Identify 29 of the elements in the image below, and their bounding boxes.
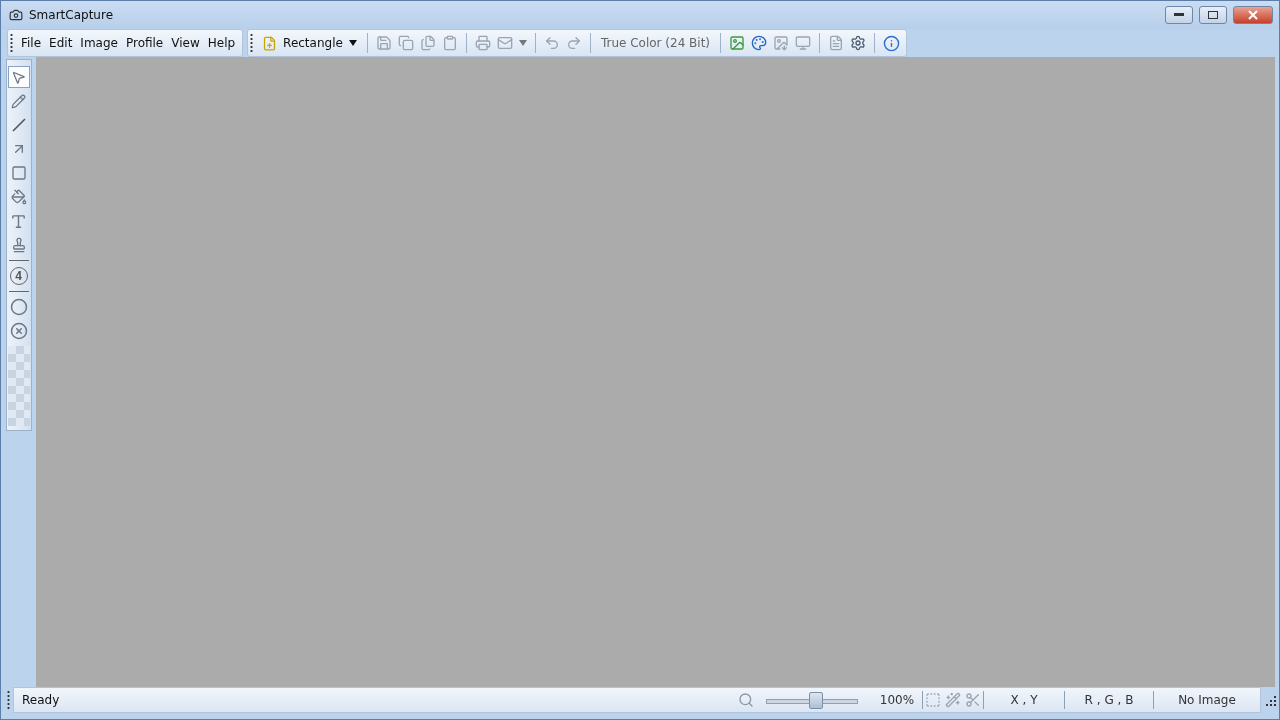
caret-icon	[348, 40, 357, 46]
color-swatch-palette[interactable]	[7, 346, 30, 426]
wand-icon[interactable]	[943, 690, 963, 710]
color-value-readout: R , G , B	[1083, 693, 1135, 707]
slider-thumb[interactable]	[808, 691, 823, 709]
close-button[interactable]	[1233, 6, 1273, 24]
menu-item[interactable]: Image	[77, 34, 121, 52]
selection-icon[interactable]	[923, 690, 943, 710]
menu-item[interactable]: Profile	[122, 34, 167, 52]
maximize-button[interactable]	[1199, 6, 1227, 24]
window-title: SmartCapture	[29, 8, 114, 22]
color-mode-label: True Color (24 Bit)	[599, 36, 712, 50]
select-tool-icon[interactable]	[7, 66, 30, 88]
coordinates-readout: X , Y	[1009, 693, 1039, 707]
close-icon	[1248, 10, 1258, 20]
search-icon[interactable]	[738, 692, 754, 708]
capture-mode-dropdown[interactable]: Rectangle	[258, 35, 361, 51]
maximize-icon	[1208, 11, 1218, 19]
camera-icon	[9, 8, 23, 22]
menu-item[interactable]: Edit	[46, 34, 76, 52]
status-message: Ready	[21, 693, 61, 707]
menu-item[interactable]: View	[168, 34, 203, 52]
zoom-reading: 100%	[878, 693, 916, 707]
minimize-button[interactable]	[1165, 6, 1193, 24]
image-info: No Image	[1177, 693, 1237, 707]
minimize-icon	[1174, 13, 1184, 17]
new-file-icon	[262, 35, 278, 51]
menu-item[interactable]: Help	[204, 34, 239, 52]
menu-item[interactable]: File	[18, 34, 45, 52]
